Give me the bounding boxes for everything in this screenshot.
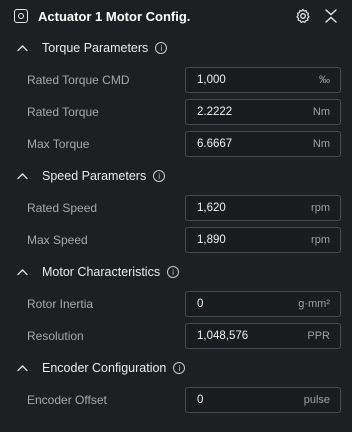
section-motor-characteristics[interactable]: Motor Characteristics i [0,256,352,288]
app-icon [14,9,28,23]
rated-torque-input[interactable]: 2.2222 Nm [185,99,341,125]
param-row-rotor-inertia: Rotor Inertia 0 g·mm² [0,288,352,320]
chevron-up-icon[interactable] [16,266,28,278]
param-row-rated-torque-cmd: Rated Torque CMD 1,000 ‰ [0,64,352,96]
field-unit: Nm [312,106,330,118]
info-icon[interactable]: i [155,42,168,54]
field-unit: g·mm² [298,298,330,310]
motor-config-panel: Actuator 1 Motor Config. Torque Paramete… [0,0,352,432]
encoder-offset-input[interactable]: 0 pulse [185,387,341,413]
param-row-max-torque: Max Torque 6.6667 Nm [0,128,352,160]
param-row-max-speed: Max Speed 1,890 rpm [0,224,352,256]
param-label: Rotor Inertia [27,297,94,311]
field-value: 2.2222 [197,106,233,118]
field-value: 0 [197,298,204,310]
section-title: Torque Parameters [42,41,149,55]
resolution-input[interactable]: 1,048,576 PPR [185,323,341,349]
field-value: 0 [197,394,204,406]
chevron-up-icon[interactable] [16,362,28,374]
field-value: 1,620 [197,202,226,214]
rated-speed-input[interactable]: 1,620 rpm [185,195,341,221]
section-title: Motor Characteristics [42,265,161,279]
info-icon[interactable]: i [173,362,186,374]
field-unit: PPR [307,330,330,342]
info-icon[interactable]: i [167,266,180,278]
param-label: Rated Torque [27,105,99,119]
panel-title: Actuator 1 Motor Config. [38,8,191,24]
param-label: Max Torque [27,137,90,151]
max-torque-input[interactable]: 6.6667 Nm [185,131,341,157]
max-speed-input[interactable]: 1,890 rpm [185,227,341,253]
param-label: Rated Torque CMD [27,73,130,87]
section-speed-parameters[interactable]: Speed Parameters i [0,160,352,192]
section-torque-parameters[interactable]: Torque Parameters i [0,32,352,64]
field-value: 1,000 [197,74,226,86]
field-unit: ‰ [319,74,330,86]
settings-button[interactable] [292,5,314,27]
param-row-rated-speed: Rated Speed 1,620 rpm [0,192,352,224]
gear-icon [296,8,310,23]
collapse-panel-button[interactable] [320,5,342,27]
section-title: Speed Parameters [42,169,147,183]
field-unit: rpm [311,234,330,246]
param-label: Encoder Offset [27,393,107,407]
param-row-encoder-offset: Encoder Offset 0 pulse [0,384,352,416]
param-label: Max Speed [27,233,88,247]
param-row-rated-torque: Rated Torque 2.2222 Nm [0,96,352,128]
field-unit: Nm [312,138,330,150]
rated-torque-cmd-input[interactable]: 1,000 ‰ [185,67,341,93]
chevron-up-icon[interactable] [16,170,28,182]
param-label: Resolution [27,329,84,343]
field-value: 1,048,576 [197,330,249,342]
section-encoder-configuration[interactable]: Encoder Configuration i [0,352,352,384]
field-unit: rpm [311,202,330,214]
section-title: Encoder Configuration [42,361,167,375]
info-icon[interactable]: i [153,170,166,182]
field-value: 6.6667 [197,138,233,150]
collapse-icon [325,9,337,23]
param-label: Rated Speed [27,201,98,215]
chevron-up-icon[interactable] [16,42,28,54]
panel-header: Actuator 1 Motor Config. [0,0,352,32]
param-row-resolution: Resolution 1,048,576 PPR [0,320,352,352]
field-unit: pulse [303,394,330,406]
rotor-inertia-input[interactable]: 0 g·mm² [185,291,341,317]
field-value: 1,890 [197,234,226,246]
